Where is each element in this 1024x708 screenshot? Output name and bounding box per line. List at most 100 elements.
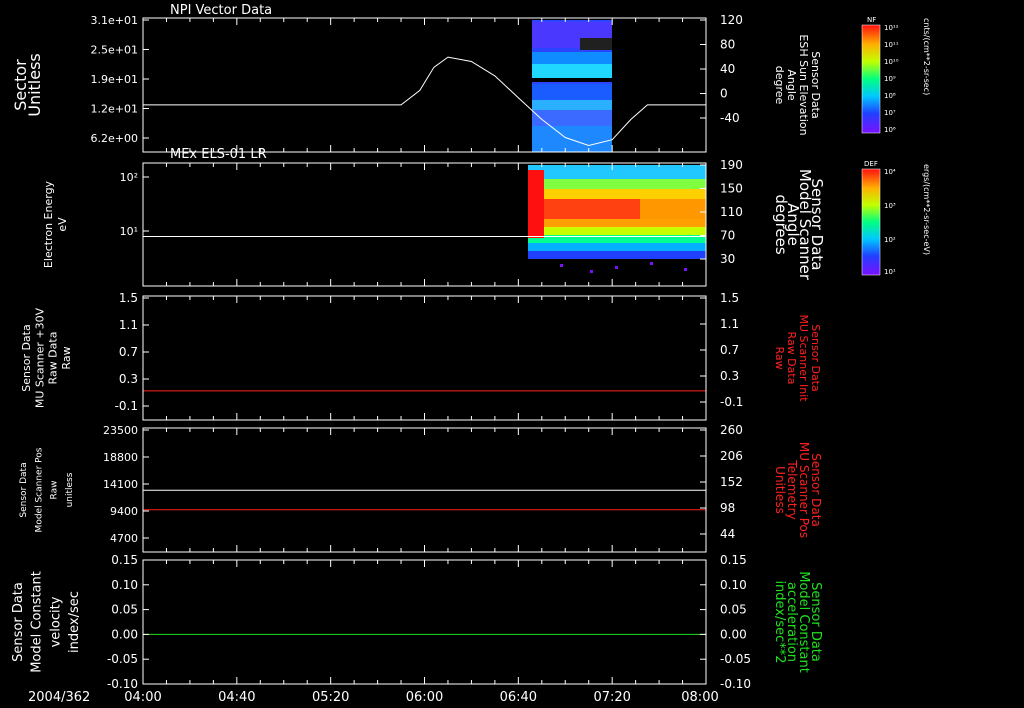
y-tick-label: 1.1 (119, 318, 138, 332)
date-label: 2004/362 (28, 690, 90, 705)
colorbar-def: DEF 10⁴ 10³ 10² 10¹ ergs/(cm**2-sr-sec-e… (861, 160, 931, 276)
y-axis-label-line: MU Scanner +30V (33, 307, 46, 408)
axes-layer: 3.1e+01 2.5e+01 1.9e+01 1.2e+01 6.2e+00 120 80… (11, 13, 826, 691)
spectrogram-block (532, 78, 612, 82)
colorbar-gradient (861, 24, 881, 134)
y-tick-label: 10¹ (120, 225, 138, 238)
spectrogram-band (528, 243, 706, 251)
spectrogram-block (580, 38, 612, 50)
time-tick-label: 05:20 (312, 690, 349, 705)
colorbar-tick-label: 10⁴ (884, 168, 896, 176)
y-tick-label: 0.10 (111, 578, 138, 592)
y-tick-label: 18800 (103, 451, 138, 464)
spectrogram-block (532, 84, 612, 100)
y-axis-label-line: velocity (48, 596, 63, 647)
right-y-tick-label: 206 (720, 449, 743, 463)
y-axis-label-line: Electron Energy (42, 180, 55, 268)
y-tick-label: 14100 (103, 478, 138, 491)
right-y-tick-label: -0.05 (720, 652, 751, 666)
colorbar-tick-label: 10⁹ (884, 75, 896, 83)
y-tick-label: 2.5e+01 (91, 44, 138, 57)
y-axis-label-line: Raw (50, 481, 60, 500)
right-y-tick-label: 260 (720, 423, 743, 437)
right-y-tick-label: 152 (720, 475, 743, 489)
spectrogram-speck (650, 262, 653, 265)
y-axis-label-line: Sensor Data (20, 324, 33, 391)
spectrogram-band (528, 259, 706, 286)
spectrogram-band (528, 179, 706, 189)
y-tick-label: 0.3 (119, 372, 138, 386)
spectrogram-band (640, 199, 706, 219)
spectrogram-band (528, 170, 544, 238)
y-tick-label: 1.9e+01 (91, 73, 138, 86)
right-y-tick-label: 190 (720, 158, 743, 172)
spectrogram-block (532, 110, 612, 126)
time-tick-label: 07:20 (593, 690, 630, 705)
time-tick-label: 06:40 (500, 690, 537, 705)
right-y-tick-label: 1.1 (720, 317, 739, 331)
time-tick-label: 04:00 (124, 690, 161, 705)
right-y-tick-label: 30 (720, 252, 735, 266)
right-y-tick-label: 80 (720, 38, 735, 52)
right-y-tick-label: 150 (720, 182, 743, 196)
spectrogram-speck (684, 268, 687, 271)
y-axis-label-line: Model Scanner Pos (34, 447, 44, 532)
colorbar-tick-label: 10¹ (884, 268, 896, 276)
y-axis-label-line: eV (56, 217, 69, 232)
y-tick-label: -0.05 (107, 652, 138, 666)
y-axis-label-line: index/sec (67, 591, 82, 653)
spectrogram-band (528, 251, 706, 259)
right-axis-label-line: Unitless (773, 466, 787, 514)
colorbar-tag: NF (867, 16, 876, 24)
panel-model-constant (142, 559, 707, 685)
multi-panel-time-series-plot: NPI Vector Data MEx ELS-01 LR 3.1e+012.5… (11, 3, 931, 705)
spectrogram-speck (560, 264, 563, 267)
y-tick-label: 10² (120, 171, 138, 184)
y-tick-label: 4700 (110, 532, 138, 545)
colorbar-tick-label: 10⁸ (884, 92, 896, 100)
right-y-tick-label: 40 (720, 62, 735, 76)
panel-mu-scanner-30v (142, 295, 707, 421)
y-tick-label: 0.7 (119, 345, 138, 359)
spectrogram-band (528, 189, 706, 199)
y-axis-label-line: unitless (65, 472, 75, 507)
colorbar-gradient (861, 168, 881, 276)
plot-frame (142, 17, 707, 153)
right-y-tick-label: -0.1 (720, 395, 743, 409)
y-axis-label-line: Raw (60, 346, 73, 369)
right-axis-label-line: Raw (773, 346, 786, 369)
right-y-tick-label: 0 (720, 87, 728, 101)
time-tick-label: 08:00 (681, 690, 718, 705)
spectrogram-block (532, 100, 612, 110)
right-y-tick-label: 98 (720, 501, 735, 515)
colorbar-tick-label: 10³ (884, 202, 896, 210)
right-y-tick-label: -40 (720, 111, 740, 125)
time-tick-label: 06:00 (406, 690, 443, 705)
y-tick-label: -0.1 (115, 399, 138, 413)
colorbar-tick-label: 10⁷ (884, 109, 896, 117)
colorbar-tag: DEF (864, 160, 878, 168)
right-y-tick-label: 120 (720, 13, 743, 27)
right-y-tick-label: 44 (720, 527, 735, 541)
spectrogram-speck (590, 270, 593, 273)
colorbar-unit: ergs/(cm**2-sr-sec-eV) (922, 164, 931, 255)
y-axis-label-line: Model Constant (30, 571, 45, 673)
y-tick-label: 1.5 (119, 291, 138, 305)
right-y-tick-label: 0.10 (720, 578, 747, 592)
colorbar-ticks: 10¹² 10¹¹ 10¹⁰ 10⁹ 10⁸ 10⁷ 10⁶ (884, 24, 899, 134)
right-y-tick-label: 0.7 (720, 343, 739, 357)
sun-elevation-line (143, 56, 706, 147)
y-tick-label: 0.15 (111, 553, 138, 567)
spectrogram-block (532, 52, 612, 64)
y-tick-label: 23500 (103, 424, 138, 437)
time-tick-label: 04:40 (218, 690, 255, 705)
colorbar-tick-label: 10¹² (884, 24, 899, 32)
colorbar-tick-label: 10¹⁰ (884, 58, 899, 66)
spectrogram-speck (615, 266, 618, 269)
y-axis-label-line: Sensor Data (11, 582, 26, 662)
spectrogram-block (532, 126, 612, 152)
right-axis-label-line: degree (773, 66, 786, 105)
y-tick-label: 3.1e+01 (91, 14, 138, 27)
colorbar-tick-label: 10¹¹ (884, 41, 899, 49)
panel-title: NPI Vector Data (170, 3, 272, 18)
